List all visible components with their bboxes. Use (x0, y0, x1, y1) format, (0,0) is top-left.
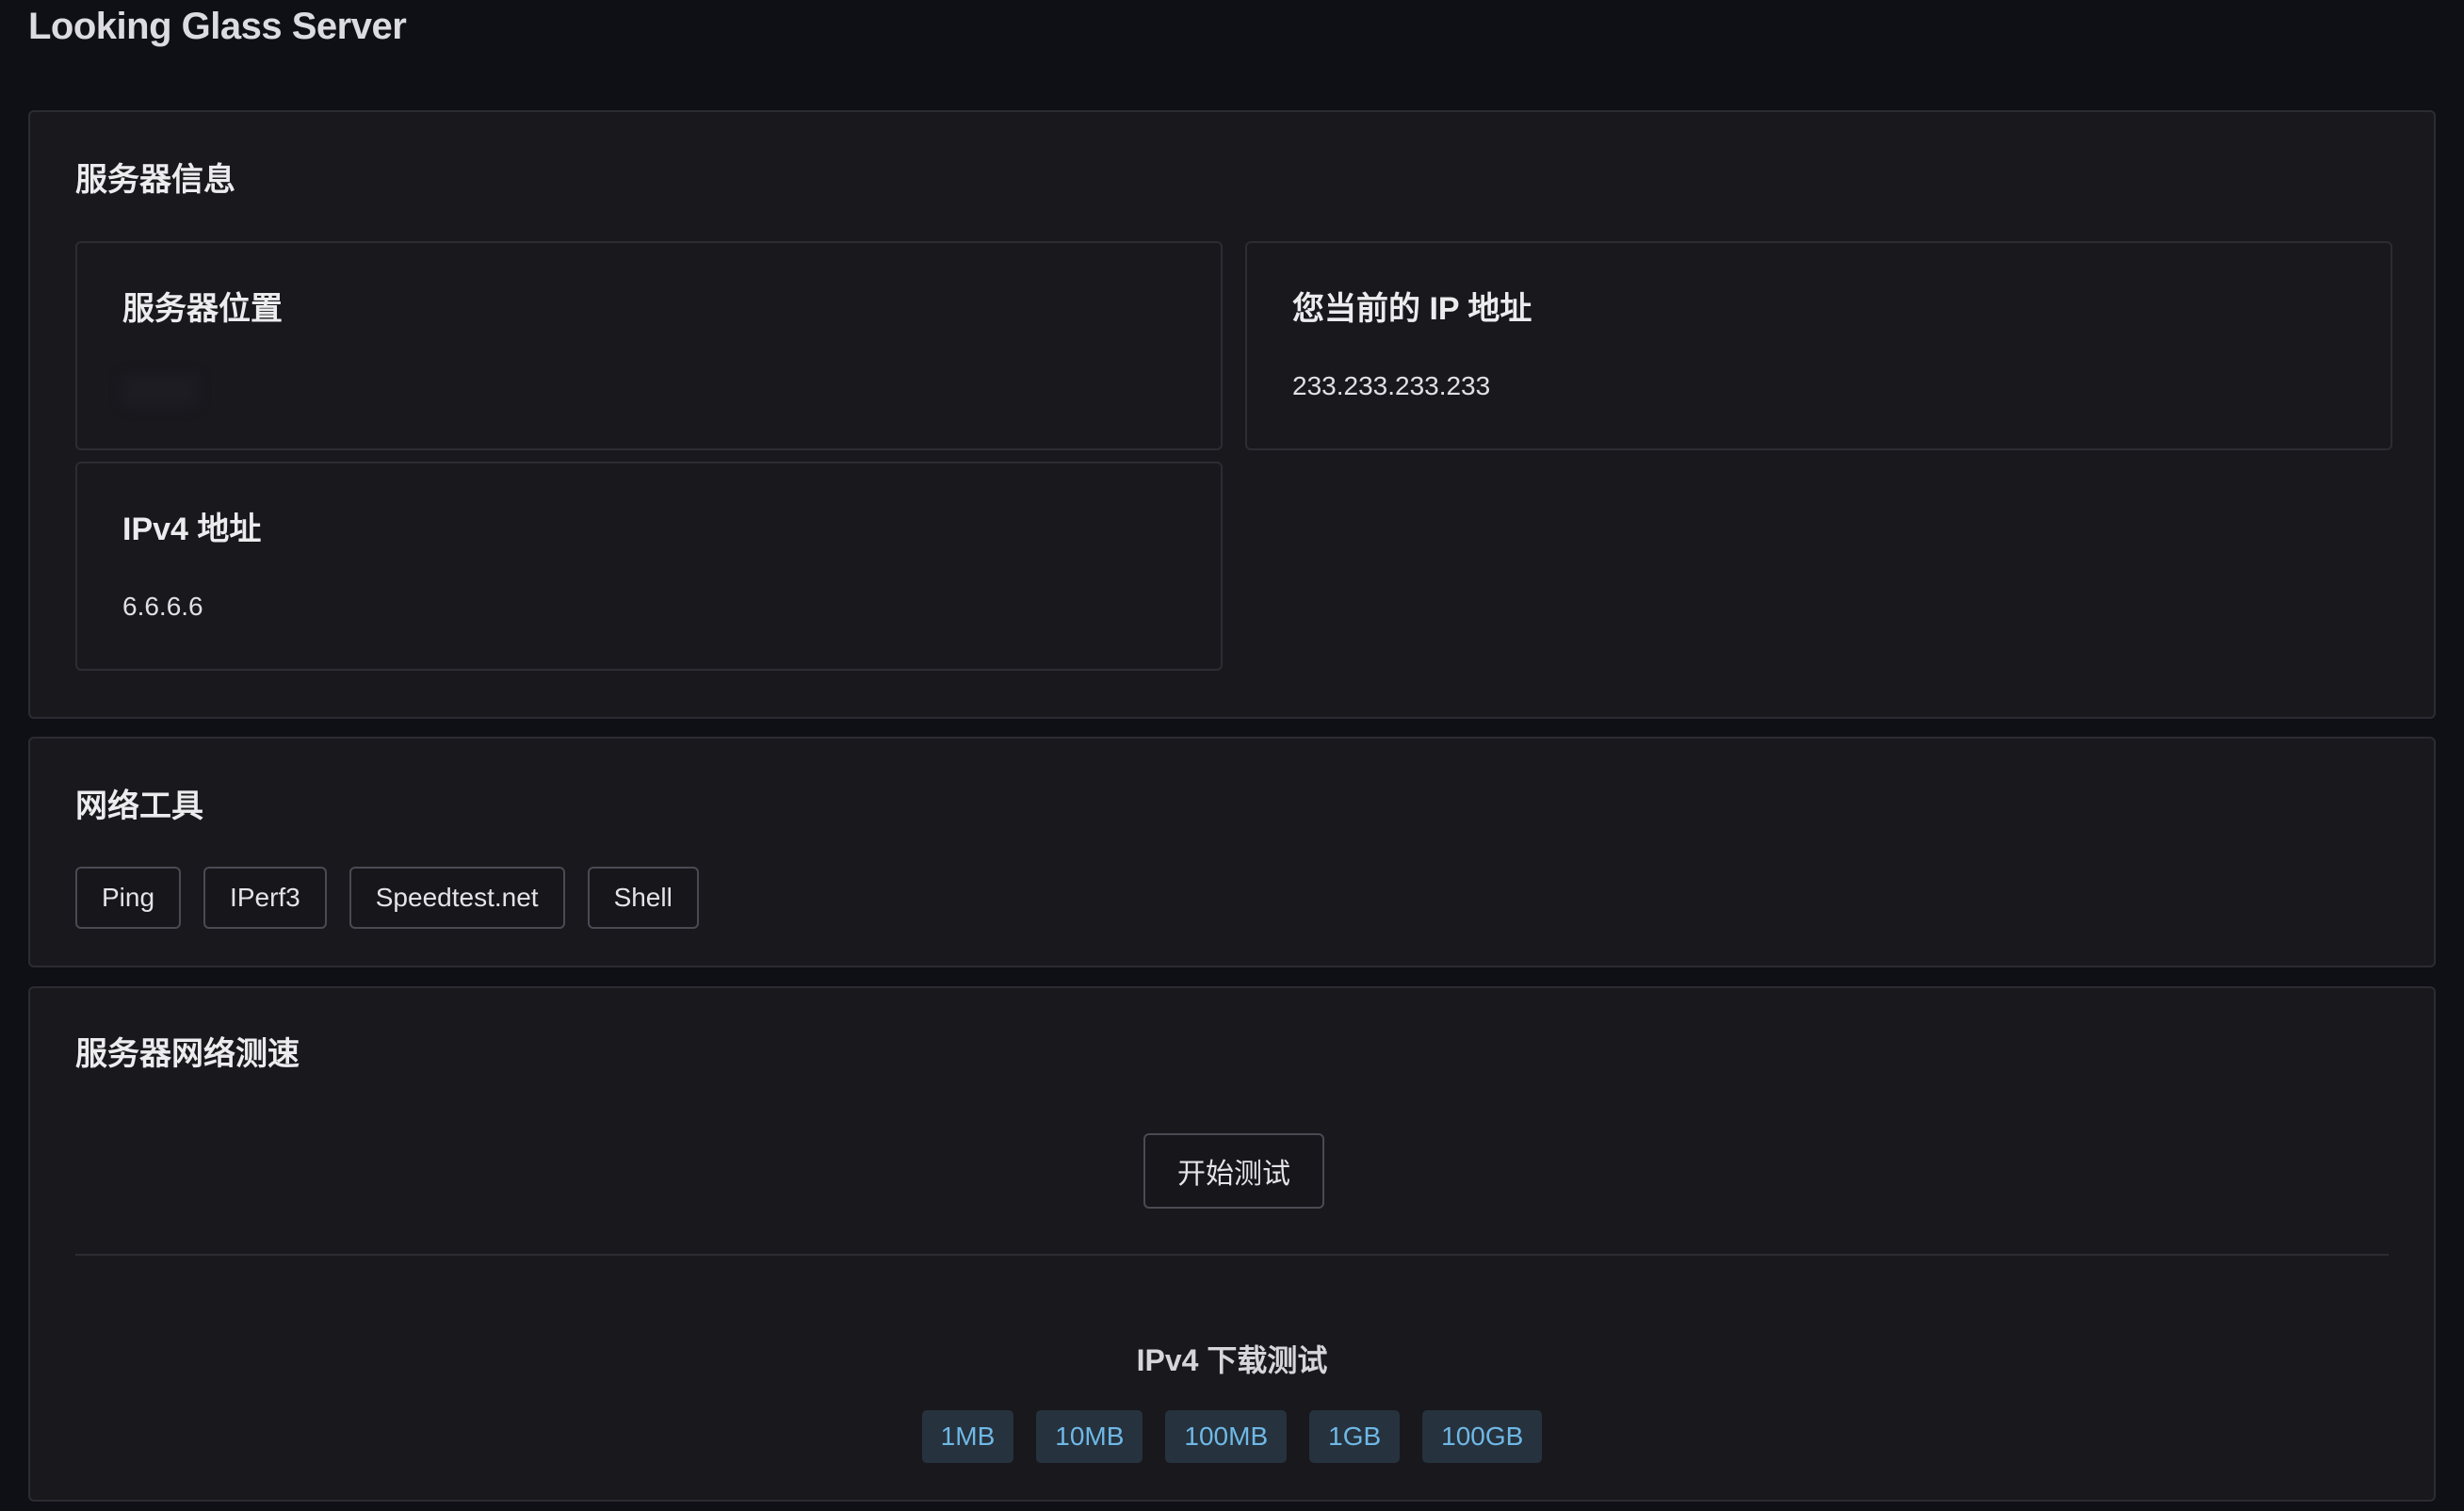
speed-test-section: 服务器网络测速 开始测试 IPv4 下载测试 1MB 10MB 100MB 1G… (28, 986, 2436, 1502)
download-1gb-button[interactable]: 1GB (1309, 1410, 1401, 1463)
ipv4-download-test-title: IPv4 下载测试 (1136, 1343, 1328, 1377)
download-size-options: 1MB 10MB 100MB 1GB 100GB (30, 1410, 2434, 1463)
ipv4-address-value: 6.6.6.6 (122, 592, 203, 621)
start-test-button[interactable]: 开始测试 (1143, 1133, 1324, 1209)
server-location-value-redacted (122, 375, 198, 407)
download-1mb-button[interactable]: 1MB (921, 1410, 1014, 1463)
server-location-label: 服务器位置 (122, 291, 283, 327)
speedtest-button[interactable]: Speedtest.net (349, 867, 565, 929)
server-info-section: 服务器信息 服务器位置 您当前的 IP 地址 233.233.233.233 I… (28, 110, 2436, 719)
iperf3-button[interactable]: IPerf3 (203, 867, 327, 929)
server-info-title: 服务器信息 (75, 162, 235, 198)
server-location-card: 服务器位置 (75, 241, 1223, 450)
ipv4-address-label: IPv4 地址 (122, 512, 262, 547)
shell-button[interactable]: Shell (587, 867, 699, 929)
download-100mb-button[interactable]: 100MB (1165, 1410, 1288, 1463)
client-ip-value: 233.233.233.233 (1292, 371, 1491, 400)
client-ip-label: 您当前的 IP 地址 (1292, 291, 1532, 327)
divider (75, 1254, 2389, 1256)
client-ip-card: 您当前的 IP 地址 233.233.233.233 (1245, 241, 2392, 450)
download-100gb-button[interactable]: 100GB (1422, 1410, 1543, 1463)
network-tools-buttons: Ping IPerf3 Speedtest.net Shell (75, 867, 699, 929)
network-tools-title: 网络工具 (75, 788, 203, 824)
page-title: Looking Glass Server (28, 6, 407, 47)
network-tools-section: 网络工具 Ping IPerf3 Speedtest.net Shell (28, 737, 2436, 967)
ping-button[interactable]: Ping (75, 867, 182, 929)
speed-test-title: 服务器网络测速 (75, 1036, 300, 1072)
download-10mb-button[interactable]: 10MB (1036, 1410, 1143, 1463)
ipv4-address-card: IPv4 地址 6.6.6.6 (75, 462, 1223, 671)
